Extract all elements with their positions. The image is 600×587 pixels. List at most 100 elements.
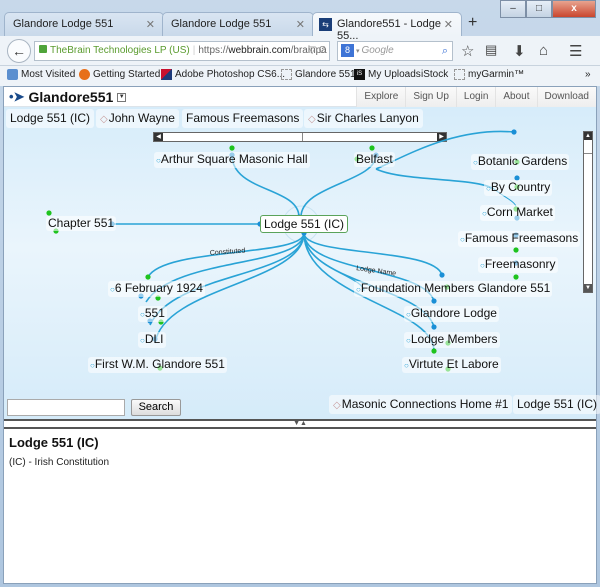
lock-icon <box>39 45 47 53</box>
gate-dot-blue[interactable] <box>431 324 437 330</box>
google-icon[interactable]: 8 <box>341 44 354 57</box>
bookmark-mygarmin[interactable]: myGarmin™ <box>454 69 524 80</box>
menu-download[interactable]: Download <box>536 87 596 107</box>
gate-dot-blue[interactable] <box>439 272 445 278</box>
maximize-button[interactable]: □ <box>526 0 552 18</box>
bookmark-photoshop[interactable]: Adobe Photoshop CS6... <box>161 69 285 80</box>
close-tab-icon[interactable]: ✕ <box>296 18 305 31</box>
thought-search-input[interactable] <box>7 399 125 416</box>
parent-thought[interactable]: Belfast <box>354 152 395 167</box>
tab-bar: Glandore Lodge 551 ✕ Glandore Lodge 551 … <box>0 0 600 42</box>
bookmarks-overflow-button[interactable]: » <box>585 69 591 80</box>
belfast-child-thought[interactable]: ○Botanic Gardens <box>471 154 570 170</box>
child-thought[interactable]: ○Glandore Lodge <box>404 306 499 322</box>
thought-label: First W.M. Glandore 551 <box>94 357 225 371</box>
thought-label: Chapter 551 <box>48 216 115 230</box>
gate-dot-blue[interactable] <box>431 298 437 304</box>
menu-sign-up[interactable]: Sign Up <box>405 87 456 107</box>
child-thought[interactable]: ○Lodge Members <box>404 332 500 348</box>
thought-label: DLI <box>144 332 164 346</box>
bookmark-label: My Uploads <box>368 69 421 80</box>
gate-dot-green[interactable] <box>145 274 151 280</box>
webbrain-page: •➤ Glandore551 ▼ Explore Sign Up Login A… <box>3 86 600 584</box>
belfast-child-thought[interactable]: ○Corn Market <box>480 205 555 221</box>
close-tab-icon[interactable]: ✕ <box>444 18 453 31</box>
tab-title: Glandore Lodge 551 <box>171 18 272 30</box>
istock-icon: iS <box>354 69 365 80</box>
child-thought[interactable]: ○6 February 1924 <box>108 281 205 297</box>
thought-label: Famous Freemasons <box>464 231 579 245</box>
pin-up-icon: ◇ <box>333 400 341 411</box>
jump-thought[interactable]: Chapter 551 <box>46 216 117 231</box>
bookmark-label: Most Visited <box>21 69 76 80</box>
child-thought[interactable]: ○First W.M. Glandore 551 <box>88 357 227 373</box>
reload-icon[interactable]: ▽ C <box>308 42 326 60</box>
collapse-arrows-icon[interactable]: ▼▲ <box>293 420 307 427</box>
bookmark-istock[interactable]: iStock <box>421 69 448 80</box>
brain-dropdown-icon[interactable]: ▼ <box>117 92 127 102</box>
home-icon[interactable]: ⌂ <box>539 42 548 59</box>
tab-1[interactable]: Glandore Lodge 551 ✕ <box>4 12 164 36</box>
gate-dot-green[interactable] <box>431 348 437 354</box>
close-tab-icon[interactable]: ✕ <box>146 18 155 31</box>
search-bar[interactable]: 8 ▾ Google ⌕ <box>337 41 453 61</box>
search-placeholder: Google <box>361 45 394 56</box>
star-icon[interactable]: ☆ <box>461 42 474 60</box>
notes-pane: Lodge 551 (IC) (IC) - Irish Constitution <box>4 429 596 583</box>
link-child-dli <box>149 232 305 326</box>
child-thought[interactable]: ○Foundation Members Glandore 551 <box>354 281 553 297</box>
photoshop-icon <box>161 69 172 80</box>
child-thought[interactable]: ○551 <box>138 306 167 322</box>
menu-about[interactable]: About <box>495 87 537 107</box>
download-icon[interactable]: ⬇ <box>513 42 526 60</box>
address-bar[interactable]: TheBrain Technologies LP (US) | https://we… <box>34 41 330 61</box>
clipboard-icon[interactable]: ▤ <box>485 42 497 58</box>
pane-splitter[interactable]: ▼▲ <box>4 419 596 429</box>
bookmark-label: Adobe Photoshop CS6... <box>175 69 286 80</box>
tab-2[interactable]: Glandore Lodge 551 ✕ <box>162 12 314 36</box>
child-thought[interactable]: ○Virtute Et Labore <box>402 357 501 373</box>
bookmark-getting-started[interactable]: Getting Started <box>79 69 160 80</box>
search-icon[interactable]: ⌕ <box>442 42 448 60</box>
thought-label: Botanic Gardens <box>477 154 568 168</box>
pin-label: Lodge 551 (IC) <box>517 397 598 411</box>
gate-dot-green[interactable] <box>369 145 375 151</box>
gate-dot-green[interactable] <box>513 247 519 253</box>
plex-view[interactable]: Lodge 551 (IC) ◇John Wayne Famous Freema… <box>4 107 600 419</box>
search-button[interactable]: Search <box>131 399 181 416</box>
bookmark-my-uploads[interactable]: iS My Uploads <box>354 69 421 80</box>
thought-label: Belfast <box>356 152 393 166</box>
bookmark-glandore-551[interactable]: Glandore 551 <box>281 69 356 80</box>
gate-dot-blue[interactable] <box>511 129 517 135</box>
close-window-button[interactable]: x <box>552 0 596 18</box>
header-menu: Explore Sign Up Login About Download <box>356 87 596 107</box>
menu-login[interactable]: Login <box>455 87 496 107</box>
bookmark-most-visited[interactable]: Most Visited <box>7 69 75 80</box>
link-belfast-bycountry <box>375 168 495 190</box>
notes-text: (IC) - Irish Constitution <box>9 457 110 468</box>
belfast-child-thought[interactable]: ○Freemasonry <box>478 257 558 273</box>
pin-masonic-connections[interactable]: ◇Masonic Connections Home #1 <box>329 395 513 414</box>
gate-dot-green[interactable] <box>229 145 235 151</box>
belfast-child-thought[interactable]: ○By Country <box>484 180 553 196</box>
belfast-child-thought[interactable]: ○Famous Freemasons <box>458 231 581 247</box>
pin-lodge-551-bottom[interactable]: Lodge 551 (IC) <box>513 395 600 414</box>
thought-label: Freemasonry <box>484 257 556 271</box>
tab-title: Glandore Lodge 551 <box>13 18 114 30</box>
new-tab-button[interactable]: + <box>468 14 477 32</box>
parent-thought[interactable]: ○Arthur Square Masonic Hall <box>154 152 310 168</box>
menu-explore[interactable]: Explore <box>356 87 406 107</box>
bookmark-label: Getting Started <box>93 69 161 80</box>
site-identity[interactable]: TheBrain Technologies LP (US) <box>50 45 190 56</box>
gate-dot-green[interactable] <box>513 274 519 280</box>
thebrain-logo-icon: •➤ <box>9 89 25 104</box>
thought-label: 551 <box>144 306 165 320</box>
brain-title[interactable]: •➤ Glandore551 ▼ <box>9 89 127 105</box>
menu-icon[interactable]: ☰ <box>569 42 582 60</box>
tab-3-active[interactable]: ⇆ Glandore551 - Lodge 55... ✕ <box>312 12 462 42</box>
gate-dot-green[interactable] <box>46 210 52 216</box>
active-thought[interactable]: Lodge 551 (IC) <box>260 215 349 233</box>
minimize-button[interactable]: – <box>500 0 526 18</box>
child-thought[interactable]: ○DLI <box>138 332 166 348</box>
back-button[interactable]: ← <box>7 39 31 63</box>
